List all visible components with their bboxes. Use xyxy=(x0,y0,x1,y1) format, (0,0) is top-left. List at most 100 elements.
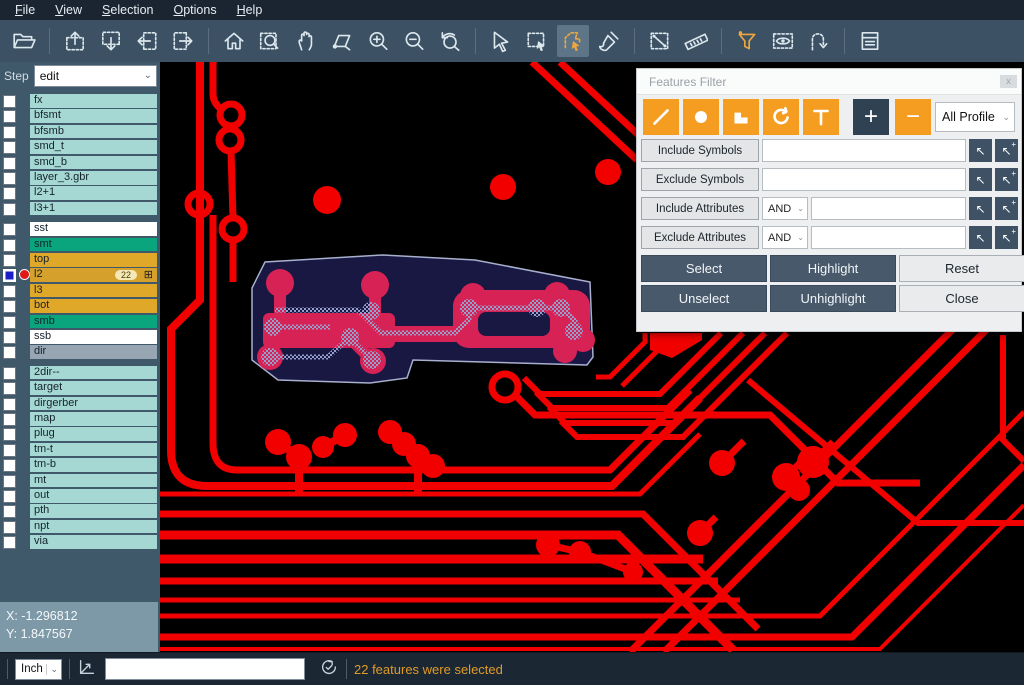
layer-row-l2+1[interactable]: l2+1 xyxy=(0,186,160,201)
layer-row-pth[interactable]: pth xyxy=(0,504,160,519)
layer-checkbox[interactable] xyxy=(3,505,16,518)
layer-row-dir[interactable]: dir xyxy=(0,345,160,360)
layer-name[interactable]: top xyxy=(30,253,157,267)
layer-name[interactable]: smd_b xyxy=(30,156,157,170)
zoom-in-icon[interactable] xyxy=(362,25,394,57)
zoom-area-icon[interactable] xyxy=(326,25,358,57)
layer-row-tm-b[interactable]: tm-b xyxy=(0,458,160,473)
layer-checkbox[interactable] xyxy=(3,157,16,170)
layer-row-dirgerber[interactable]: dirgerber xyxy=(0,397,160,412)
reset-button[interactable]: Reset xyxy=(899,255,1024,282)
measure-line-icon[interactable] xyxy=(644,25,676,57)
include-symbols-input[interactable] xyxy=(762,139,966,162)
layer-name[interactable]: l222⊞ xyxy=(30,268,157,282)
layer-checkbox[interactable] xyxy=(3,254,16,267)
layer-checkbox[interactable] xyxy=(3,490,16,503)
layer-name[interactable]: npt xyxy=(30,520,157,534)
brush-clean-icon[interactable] xyxy=(593,25,625,57)
layer-row-smd_t[interactable]: smd_t xyxy=(0,140,160,155)
layer-checkbox[interactable] xyxy=(3,521,16,534)
pan-down-icon[interactable] xyxy=(95,25,127,57)
refresh-status-icon[interactable] xyxy=(319,657,339,682)
feature-text-icon[interactable] xyxy=(803,99,839,135)
unit-select[interactable]: Inch ⌄ xyxy=(15,659,62,680)
menu-view[interactable]: View xyxy=(46,1,91,19)
close-button[interactable]: Close xyxy=(899,285,1024,312)
layer-row-npt[interactable]: npt xyxy=(0,520,160,535)
layer-checkbox[interactable] xyxy=(3,126,16,139)
corner-angle-icon[interactable] xyxy=(77,657,97,682)
layer-checkbox[interactable] xyxy=(3,203,16,216)
layer-row-smd_b[interactable]: smd_b xyxy=(0,156,160,171)
zoom-out-icon[interactable] xyxy=(398,25,430,57)
layer-row-bfsmb[interactable]: bfsmb xyxy=(0,125,160,140)
add-filter-button[interactable]: + xyxy=(853,99,889,135)
layer-checkbox[interactable] xyxy=(3,141,16,154)
layer-row-fx[interactable]: fx xyxy=(0,94,160,109)
select-button[interactable]: Select xyxy=(641,255,767,282)
pick-attribute-add-button[interactable]: ↖+ xyxy=(995,226,1018,249)
layer-name[interactable]: dir xyxy=(30,345,157,359)
exclude-symbols-input[interactable] xyxy=(762,168,966,191)
feature-surface-icon[interactable] xyxy=(723,99,759,135)
layer-name[interactable]: pth xyxy=(30,504,157,518)
command-input[interactable] xyxy=(105,658,305,680)
zoom-window-icon[interactable] xyxy=(254,25,286,57)
pick-attribute-add-button[interactable]: ↖+ xyxy=(995,197,1018,220)
layer-checkbox[interactable] xyxy=(3,398,16,411)
dialog-close-button[interactable]: x xyxy=(1000,75,1017,88)
feature-pad-icon[interactable] xyxy=(683,99,719,135)
layer-name[interactable]: plug xyxy=(30,427,157,441)
layer-checkbox[interactable] xyxy=(3,413,16,426)
layer-row-map[interactable]: map xyxy=(0,412,160,427)
layer-name[interactable]: via xyxy=(30,535,157,549)
select-cursor-icon[interactable] xyxy=(485,25,517,57)
layer-name[interactable]: ssb xyxy=(30,330,157,344)
layer-row-out[interactable]: out xyxy=(0,489,160,504)
menu-help[interactable]: Help xyxy=(228,1,272,19)
layer-row-smt[interactable]: smt xyxy=(0,238,160,253)
layer-checkbox[interactable] xyxy=(3,110,16,123)
layer-checkbox[interactable] xyxy=(3,459,16,472)
feature-arc-icon[interactable] xyxy=(763,99,799,135)
layer-name[interactable]: tm-b xyxy=(30,458,157,472)
open-folder-icon[interactable] xyxy=(8,25,40,57)
layer-name[interactable]: bfsmt xyxy=(30,109,157,123)
layer-row-bfsmt[interactable]: bfsmt xyxy=(0,109,160,124)
include-attributes-input[interactable] xyxy=(811,197,966,220)
dialog-titlebar[interactable]: Features Filter x xyxy=(637,69,1021,95)
exclude-attributes-operator-select[interactable]: AND⌄ xyxy=(762,226,808,249)
layer-name[interactable]: tm-t xyxy=(30,443,157,457)
pick-symbol-add-button[interactable]: ↖+ xyxy=(995,168,1018,191)
layer-row-layer_3.gbr[interactable]: layer_3.gbr xyxy=(0,171,160,186)
layer-checkbox[interactable] xyxy=(3,475,16,488)
layer-row-top[interactable]: top xyxy=(0,253,160,268)
exclude-attributes-input[interactable] xyxy=(811,226,966,249)
layer-name[interactable]: smb xyxy=(30,315,157,329)
pan-left-icon[interactable] xyxy=(131,25,163,57)
menu-selection[interactable]: Selection xyxy=(93,1,162,19)
layer-checkbox[interactable] xyxy=(3,300,16,313)
remove-filter-button[interactable]: − xyxy=(895,99,931,135)
pan-up-icon[interactable] xyxy=(59,25,91,57)
layer-name[interactable]: smd_t xyxy=(30,140,157,154)
layer-name[interactable]: l3 xyxy=(30,284,157,298)
layer-checkbox[interactable] xyxy=(3,223,16,236)
features-filter-icon[interactable] xyxy=(731,25,763,57)
layer-row-bot[interactable]: bot xyxy=(0,299,160,314)
select-rectangle-icon[interactable] xyxy=(521,25,553,57)
layer-name[interactable]: sst xyxy=(30,222,157,236)
profile-select[interactable]: All Profile⌄ xyxy=(935,102,1015,132)
layer-name[interactable]: layer_3.gbr xyxy=(30,171,157,185)
layer-checkbox[interactable] xyxy=(3,382,16,395)
pick-attribute-button[interactable]: ↖ xyxy=(969,226,992,249)
layer-row-plug[interactable]: plug xyxy=(0,427,160,442)
layer-name[interactable]: fx xyxy=(30,94,157,108)
layer-checkbox[interactable] xyxy=(3,536,16,549)
unselect-button[interactable]: Unselect xyxy=(641,285,767,312)
highlight-button[interactable]: Highlight xyxy=(770,255,896,282)
layer-name[interactable]: map xyxy=(30,412,157,426)
pick-symbol-button[interactable]: ↖ xyxy=(969,168,992,191)
layer-checkbox[interactable] xyxy=(3,331,16,344)
layer-checkbox[interactable] xyxy=(3,239,16,252)
